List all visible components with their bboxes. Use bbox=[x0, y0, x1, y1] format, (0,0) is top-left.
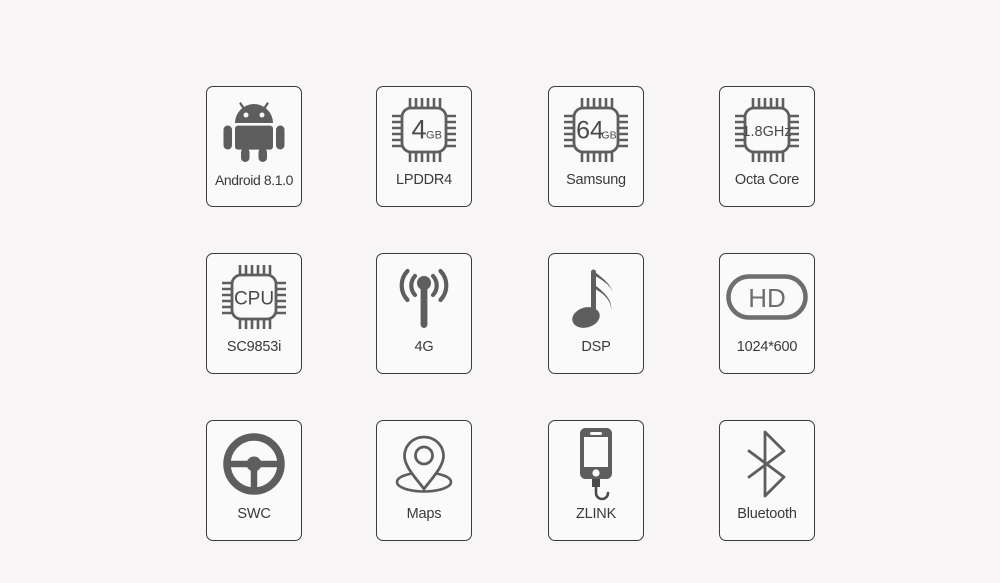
feature-tile-clock-speed[interactable]: 1.8GHz Octa Core bbox=[719, 86, 815, 207]
feature-tile-label: 1024*600 bbox=[736, 339, 798, 355]
music-note-icon bbox=[549, 254, 643, 340]
feature-tile-label: ZLINK bbox=[575, 506, 617, 522]
feature-tile-zlink[interactable]: ZLINK bbox=[548, 420, 644, 541]
feature-tile-label: LPDDR4 bbox=[395, 172, 452, 188]
smartphone-cable-icon bbox=[549, 421, 643, 507]
hd-badge-label: HD bbox=[748, 283, 786, 313]
feature-tile-resolution[interactable]: HD 1024*600 bbox=[719, 253, 815, 374]
feature-tile-label: Maps bbox=[406, 506, 442, 522]
feature-tile-steering-wheel-control[interactable]: SWC bbox=[206, 420, 302, 541]
feature-tile-storage[interactable]: 64 GB Samsung bbox=[548, 86, 644, 207]
feature-tile-label: Android 8.1.0 bbox=[214, 172, 294, 188]
chip-value: 4 bbox=[411, 115, 426, 145]
feature-tile-label: SWC bbox=[237, 506, 271, 522]
feature-tile-maps[interactable]: Maps bbox=[376, 420, 472, 541]
chip-icon: CPU bbox=[207, 254, 301, 340]
feature-tile-bluetooth[interactable]: Bluetooth bbox=[719, 420, 815, 541]
feature-tile-label: SC9853i bbox=[226, 339, 282, 355]
chip-icon: 64 GB bbox=[549, 87, 643, 173]
feature-tile-audio[interactable]: DSP bbox=[548, 253, 644, 374]
antenna-signal-icon bbox=[377, 254, 471, 340]
feature-tile-ram[interactable]: 4 GB LPDDR4 bbox=[376, 86, 472, 207]
chip-value: CPU bbox=[234, 289, 274, 310]
feature-tile-cpu[interactable]: CPU SC9853i bbox=[206, 253, 302, 374]
chip-icon: 1.8GHz bbox=[720, 87, 814, 173]
map-pin-icon bbox=[377, 421, 471, 507]
hd-badge-icon: HD bbox=[720, 254, 814, 340]
feature-tile-android[interactable]: Android 8.1.0 bbox=[206, 86, 302, 207]
bluetooth-icon bbox=[720, 421, 814, 507]
chip-icon: 4 GB bbox=[377, 87, 471, 173]
android-robot-icon bbox=[207, 87, 301, 173]
feature-tile-label: Samsung bbox=[566, 172, 626, 188]
feature-tile-label: 4G bbox=[414, 339, 434, 355]
feature-tile-label: DSP bbox=[581, 339, 611, 355]
feature-tile-network[interactable]: 4G bbox=[376, 253, 472, 374]
steering-wheel-icon bbox=[207, 421, 301, 507]
chip-unit: GB bbox=[426, 130, 442, 142]
chip-unit: GB bbox=[601, 130, 616, 142]
feature-tile-label: Octa Core bbox=[734, 172, 800, 188]
chip-value: 64 bbox=[576, 117, 604, 145]
feature-tile-label: Bluetooth bbox=[737, 506, 797, 522]
feature-grid: Android 8.1.0 4 GB LPDDR4 64 GB Samsung … bbox=[0, 0, 1000, 583]
chip-value: 1.8GHz bbox=[742, 124, 791, 140]
